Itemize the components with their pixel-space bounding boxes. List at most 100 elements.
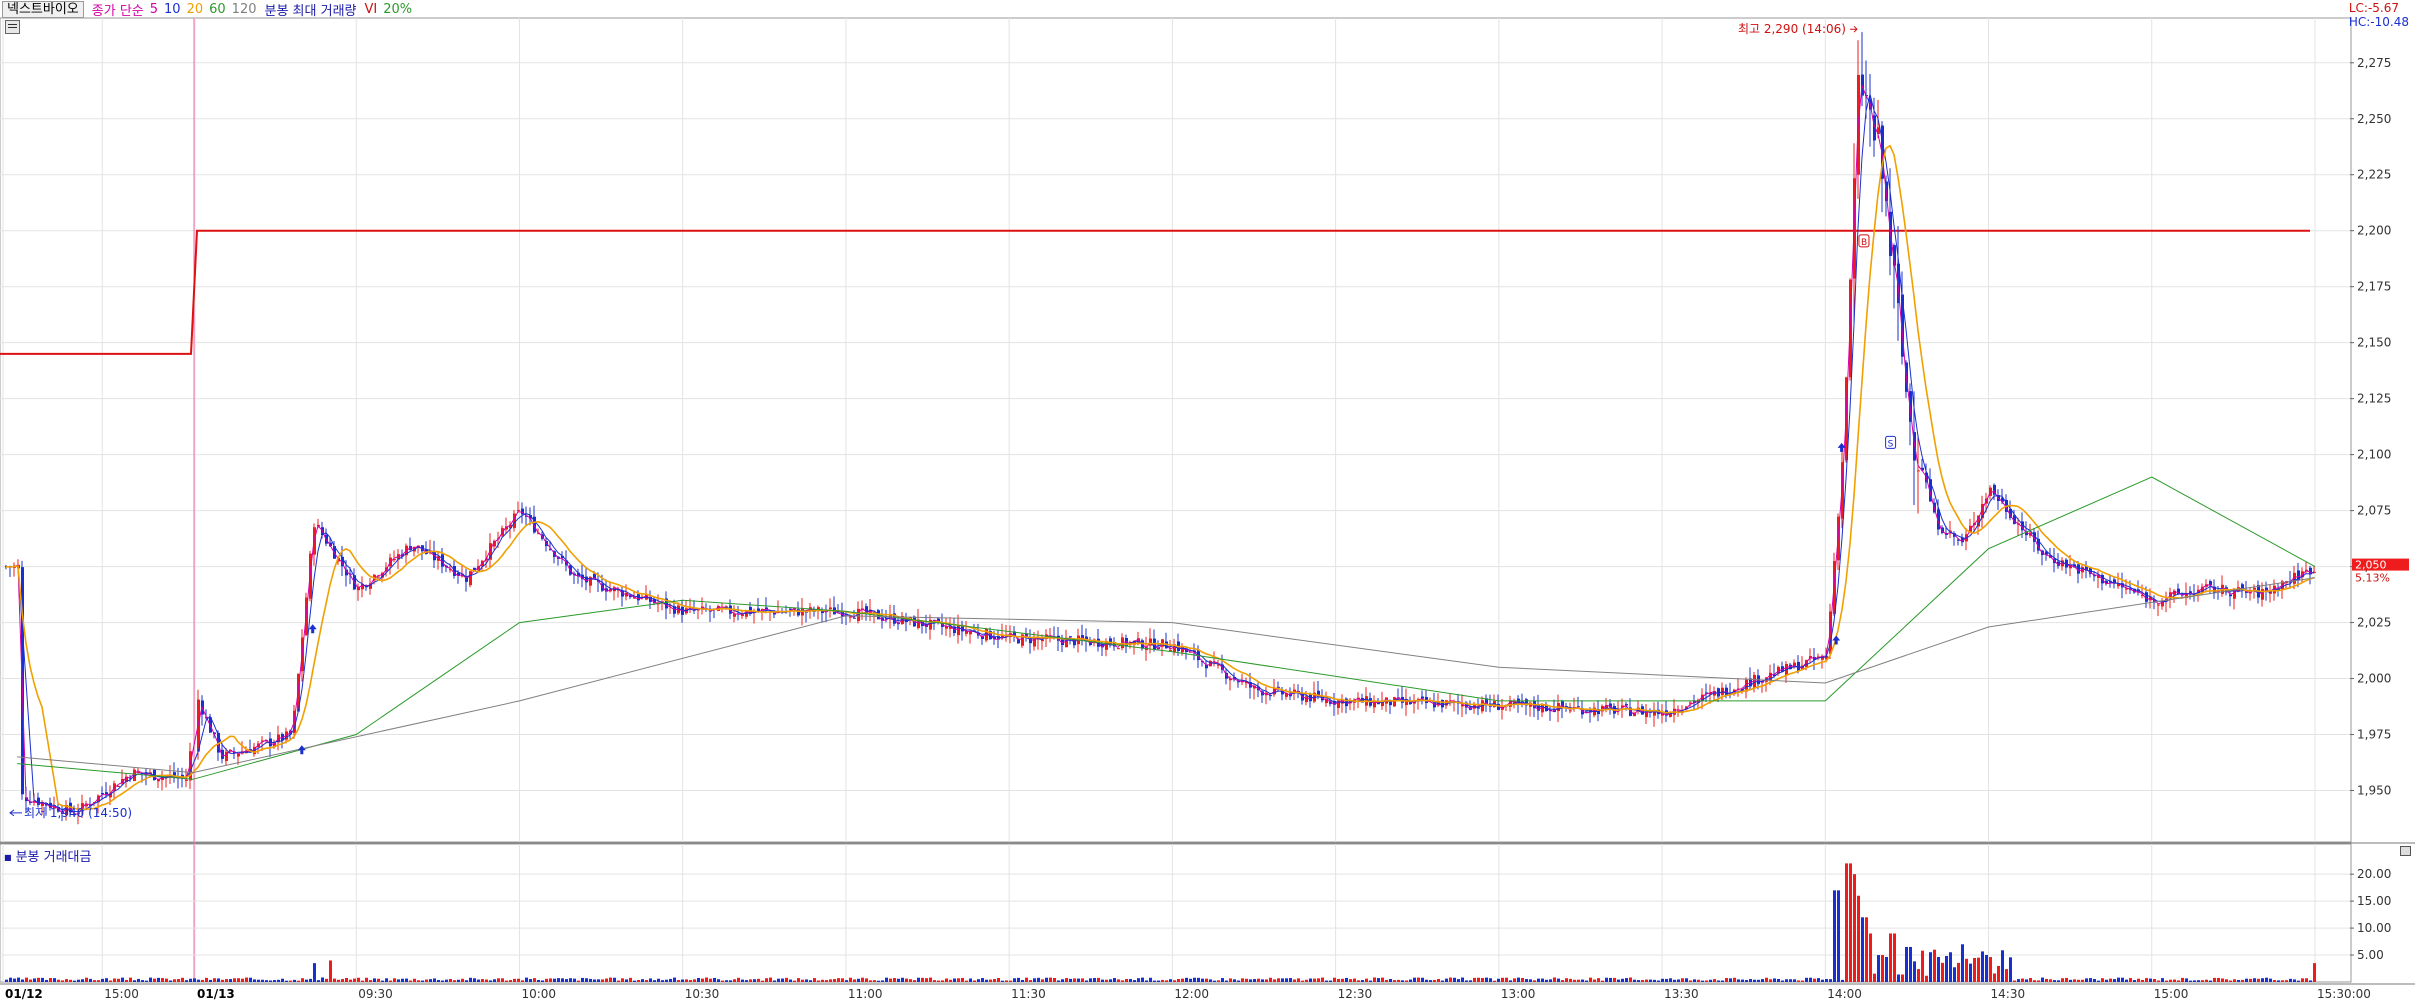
volume-bar — [749, 979, 752, 982]
hc-value: HC:-10.48 — [2348, 15, 2409, 29]
volume-bar — [1417, 977, 1420, 982]
volume-bar — [1645, 979, 1648, 982]
volume-bar — [609, 977, 612, 982]
volume-bar — [1593, 979, 1596, 982]
volume-bar — [381, 980, 384, 982]
volume-bar — [685, 979, 688, 982]
volume-bar — [2113, 979, 2116, 982]
volume-bar — [1253, 979, 1256, 982]
volume-bar — [2157, 980, 2160, 982]
volume-bar — [1081, 978, 1084, 982]
volume-bar — [1581, 979, 1584, 982]
volume-bar — [625, 979, 628, 982]
volume-bar — [1153, 980, 1156, 982]
current-change-label: 5.13% — [2355, 572, 2390, 585]
volume-bar — [1933, 949, 1936, 982]
volume-bar — [1269, 977, 1272, 982]
volume-bar — [537, 979, 540, 982]
volume-bar — [1673, 979, 1676, 982]
volume-bar — [1629, 977, 1632, 982]
stock-name-label[interactable]: 넥스트바이오 — [2, 0, 84, 18]
volume-bar — [1465, 980, 1468, 982]
volume-bar — [753, 979, 756, 982]
volume-bar — [1761, 979, 1764, 982]
volume-bar — [2109, 978, 2112, 982]
volume-bar — [905, 978, 908, 982]
volume-bar — [1833, 890, 1836, 982]
volume-bar — [1341, 978, 1344, 982]
price-tick-label: 2,000 — [2357, 672, 2391, 686]
volume-bar — [1969, 963, 1972, 982]
volume-bar — [649, 978, 652, 982]
volume-bar — [2253, 978, 2256, 982]
price-tick-label: 2,125 — [2357, 392, 2391, 406]
volume-bar — [473, 978, 476, 982]
volume-bar — [1149, 977, 1152, 982]
volume-bar — [2165, 980, 2168, 982]
volume-bar — [433, 978, 436, 982]
price-tick-label: 1,975 — [2357, 728, 2391, 742]
volume-bar — [1485, 977, 1488, 982]
max-volume-legend: 분봉 최대 거래량 — [264, 3, 357, 19]
volume-bar — [957, 978, 960, 982]
volume-bar — [1217, 980, 1220, 982]
volume-bar — [281, 978, 284, 982]
volume-bar — [2061, 978, 2064, 982]
volume-bar — [1001, 980, 1004, 982]
volume-bar — [197, 979, 200, 982]
volume-bar — [1589, 977, 1592, 982]
volume-bar — [2229, 980, 2232, 982]
volume-bar — [1525, 979, 1528, 982]
price-tick-label: 2,200 — [2357, 224, 2391, 238]
volume-bar — [661, 980, 664, 982]
volume-bar — [913, 980, 916, 982]
volume-bar — [285, 980, 288, 982]
volume-bar — [1557, 978, 1560, 982]
volume-bar — [2245, 978, 2248, 982]
collapse-panel-icon[interactable] — [2400, 846, 2411, 856]
time-tick-label: 01/12 — [5, 987, 43, 1001]
volume-bar — [1201, 978, 1204, 982]
volume-bar — [633, 980, 636, 982]
volume-bar — [2189, 980, 2192, 982]
volume-bar — [1221, 978, 1224, 982]
volume-bar — [21, 979, 24, 982]
volume-bar — [237, 978, 240, 982]
volume-bar — [849, 977, 852, 982]
volume-bar — [597, 979, 600, 982]
volume-bar — [1621, 978, 1624, 982]
volume-bar — [1965, 958, 1968, 982]
price-tick-label: 2,175 — [2357, 280, 2391, 294]
volume-bar — [2177, 980, 2180, 982]
volume-bar — [1913, 961, 1916, 982]
candle-body — [797, 609, 800, 616]
volume-tick-label: 10.00 — [2357, 921, 2391, 935]
time-tick-label: 01/13 — [197, 987, 235, 1001]
volume-bar — [2193, 980, 2196, 982]
volume-bar — [2009, 957, 2012, 982]
volume-bar — [1605, 977, 1608, 982]
volume-bar — [25, 977, 28, 982]
volume-bar — [2289, 978, 2292, 982]
volume-bar — [1241, 978, 1244, 982]
volume-bar — [1013, 978, 1016, 982]
volume-bar — [169, 980, 172, 982]
volume-bar — [509, 980, 512, 982]
volume-bar — [677, 980, 680, 982]
time-tick-label: 15:00 — [104, 987, 139, 1001]
volume-bar — [1805, 977, 1808, 982]
volume-bar — [2077, 979, 2080, 982]
volume-bar — [2241, 979, 2244, 982]
chart-settings-icon[interactable] — [5, 20, 20, 34]
volume-bar — [853, 979, 856, 982]
price-chart[interactable]: 1,950 1,975 2,000 2,025 2,050 2,075 2,100 2,125… — [0, 0, 2415, 1004]
volume-bar — [1597, 978, 1600, 982]
volume-bar — [709, 978, 712, 982]
volume-bar — [201, 979, 204, 982]
candle-body — [1769, 672, 1772, 681]
volume-bar — [249, 977, 252, 982]
volume-bar — [457, 979, 460, 982]
time-tick-label: 10:00 — [521, 987, 556, 1001]
volume-bar — [525, 977, 528, 982]
volume-bar — [489, 980, 492, 982]
